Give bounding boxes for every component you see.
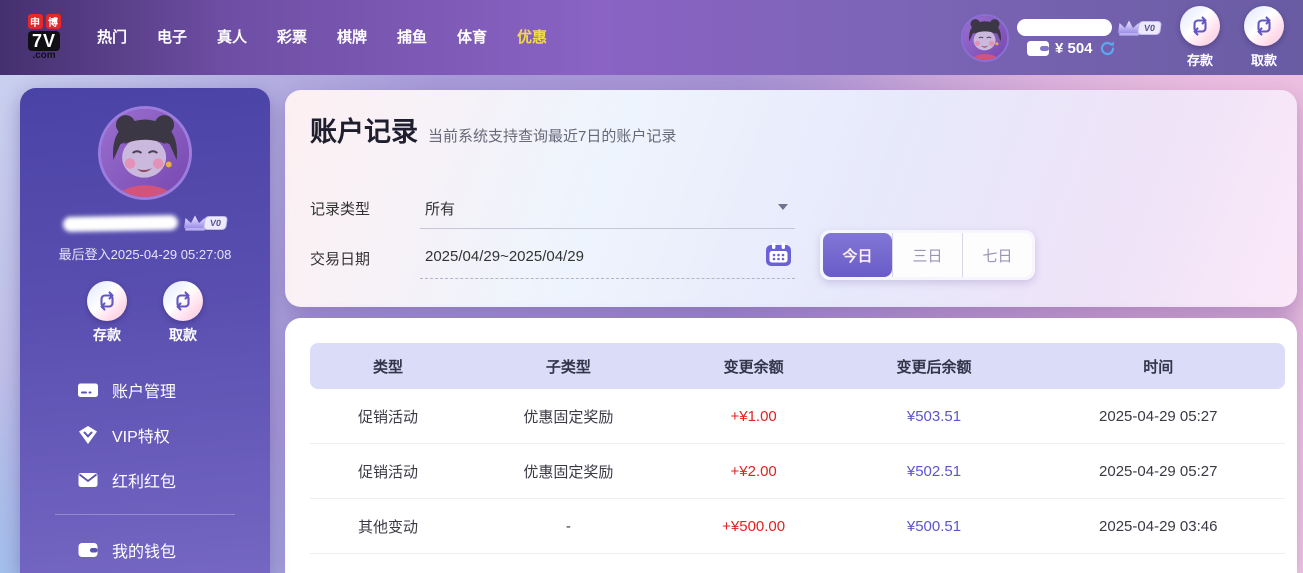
last-login-text: 最后登入2025-04-29 05:27:08 — [59, 244, 232, 263]
logo-badge-bo: 博 — [46, 14, 61, 29]
header-balance-after: 变更后余额 — [837, 356, 1032, 377]
logo-com: .com — [32, 50, 55, 61]
user-info-column: V0 ¥ 504 — [1017, 19, 1161, 57]
sidebar-avatar — [98, 106, 192, 200]
sidebar: V0 最后登入2025-04-29 05:27:08 存款 取款 — [20, 88, 270, 573]
cell-type: 其他变动 — [310, 516, 466, 537]
trade-date-label: 交易日期 — [310, 248, 370, 269]
cell-balance-after: ¥502.51 — [837, 463, 1032, 480]
nav-item-sports[interactable]: 体育 — [442, 0, 502, 75]
cell-subtype: 优惠固定奖励 — [466, 406, 671, 427]
sidebar-menu: 账户管理 VIP特权 红利红包 — [20, 367, 270, 572]
record-type-underline — [420, 228, 795, 229]
tab-today[interactable]: 今日 — [823, 233, 892, 277]
nav-item-fishing[interactable]: 捕鱼 — [382, 0, 442, 75]
chevron-down-icon[interactable] — [778, 204, 788, 210]
username-redacted — [63, 214, 178, 231]
wallet-icon — [77, 539, 99, 561]
vip-shield-icon — [77, 424, 99, 446]
records-table-panel: 类型 子类型 变更余额 变更后余额 时间 促销活动 优惠固定奖励 +¥1.00 … — [285, 318, 1297, 573]
wallet-icon — [1027, 41, 1049, 56]
record-type-select[interactable]: 所有 — [425, 198, 455, 219]
username-redacted — [1017, 19, 1112, 36]
vip-crown-wrap: V0 — [1116, 19, 1161, 37]
header-deposit-button[interactable]: 存款 — [1175, 6, 1225, 69]
main-nav: 热门 电子 真人 彩票 棋牌 捕鱼 体育 优惠 — [82, 0, 562, 75]
table-row: 促销活动 优惠固定奖励 +¥1.00 ¥503.51 2025-04-29 05… — [310, 389, 1285, 444]
balance-row: ¥ 504 — [1027, 40, 1161, 57]
refresh-balance-icon[interactable] — [1099, 40, 1116, 57]
cell-time: 2025-04-29 05:27 — [1032, 408, 1286, 425]
cell-balance-after: ¥500.51 — [837, 518, 1032, 535]
trade-date-underline — [420, 278, 795, 279]
table-row: 促销活动 优惠固定奖励 +¥2.00 ¥502.51 2025-04-29 05… — [310, 444, 1285, 499]
cell-time: 2025-04-29 03:46 — [1032, 518, 1286, 535]
bank-card-icon — [77, 379, 99, 401]
withdraw-icon — [163, 281, 203, 321]
header-type: 类型 — [310, 356, 466, 377]
vip-level-badge: V0 — [1137, 21, 1162, 35]
logo-badge-shen: 申 — [28, 14, 43, 29]
cell-change-amount: +¥2.00 — [671, 463, 837, 480]
sidebar-deposit-button[interactable]: 存款 — [82, 281, 132, 345]
logo-7v: 7V — [28, 31, 60, 51]
sidebar-item-my-wallet[interactable]: 我的钱包 — [20, 527, 270, 572]
cell-change-amount: +¥1.00 — [671, 408, 837, 425]
withdraw-icon — [1244, 6, 1284, 46]
site-logo[interactable]: 申 博 7V .com — [18, 14, 70, 61]
vip-level-badge: V0 — [203, 216, 228, 230]
red-envelope-icon — [77, 469, 99, 491]
header-withdraw-button[interactable]: 取款 — [1239, 6, 1289, 69]
logo-badges: 申 博 — [28, 14, 61, 29]
header-subtype: 子类型 — [466, 356, 671, 377]
deposit-icon — [87, 281, 127, 321]
nav-item-slots[interactable]: 电子 — [142, 0, 202, 75]
header-time: 时间 — [1032, 356, 1286, 377]
date-range-tabs: 今日 三日 七日 — [820, 230, 1035, 280]
top-navbar: 申 博 7V .com 热门 电子 真人 彩票 棋牌 捕鱼 体育 优惠 — [0, 0, 1303, 75]
cell-balance-after: ¥503.51 — [837, 408, 1032, 425]
cell-subtype: - — [466, 518, 671, 535]
sidebar-actions: 存款 取款 — [82, 281, 208, 345]
sidebar-divider — [55, 514, 235, 515]
deposit-icon — [1180, 6, 1220, 46]
vip-crown-wrap: V0 — [182, 214, 227, 232]
nav-item-lottery[interactable]: 彩票 — [262, 0, 322, 75]
page-title: 账户记录 — [310, 110, 418, 149]
nav-item-cards[interactable]: 棋牌 — [322, 0, 382, 75]
cell-type: 促销活动 — [310, 406, 466, 427]
table-header-row: 类型 子类型 变更余额 变更后余额 时间 — [310, 343, 1285, 389]
page-subtitle: 当前系统支持查询最近7日的账户记录 — [428, 125, 676, 146]
sidebar-item-vip-privileges[interactable]: VIP特权 — [20, 412, 270, 457]
records-table: 类型 子类型 变更余额 变更后余额 时间 促销活动 优惠固定奖励 +¥1.00 … — [310, 343, 1285, 554]
navbar-user-area: V0 ¥ 504 存款 — [961, 0, 1289, 75]
sidebar-item-bonus-redpacket[interactable]: 红利红包 — [20, 457, 270, 502]
cell-time: 2025-04-29 05:27 — [1032, 463, 1286, 480]
tab-three-days[interactable]: 三日 — [893, 233, 962, 277]
header-change: 变更余额 — [671, 356, 837, 377]
balance-amount: ¥ 504 — [1055, 40, 1093, 57]
cell-change-amount: +¥500.00 — [671, 518, 837, 535]
avatar-illustration — [101, 109, 189, 197]
cell-type: 促销活动 — [310, 461, 466, 482]
sidebar-item-account-management[interactable]: 账户管理 — [20, 367, 270, 412]
avatar-illustration — [963, 16, 1007, 60]
user-avatar[interactable] — [961, 14, 1009, 62]
table-row: 其他变动 - +¥500.00 ¥500.51 2025-04-29 03:46 — [310, 499, 1285, 554]
account-records-panel: 账户记录 当前系统支持查询最近7日的账户记录 记录类型 所有 交易日期 2025… — [285, 90, 1297, 307]
sidebar-user-row: V0 — [63, 214, 227, 232]
nav-item-hot[interactable]: 热门 — [82, 0, 142, 75]
nav-item-live[interactable]: 真人 — [202, 0, 262, 75]
record-type-label: 记录类型 — [310, 198, 370, 219]
trade-date-input[interactable]: 2025/04/29~2025/04/29 — [425, 248, 584, 265]
sidebar-withdraw-button[interactable]: 取款 — [158, 281, 208, 345]
cell-subtype: 优惠固定奖励 — [466, 461, 671, 482]
calendar-icon[interactable] — [765, 242, 792, 272]
nav-item-promo[interactable]: 优惠 — [502, 0, 562, 75]
tab-seven-days[interactable]: 七日 — [963, 233, 1032, 277]
